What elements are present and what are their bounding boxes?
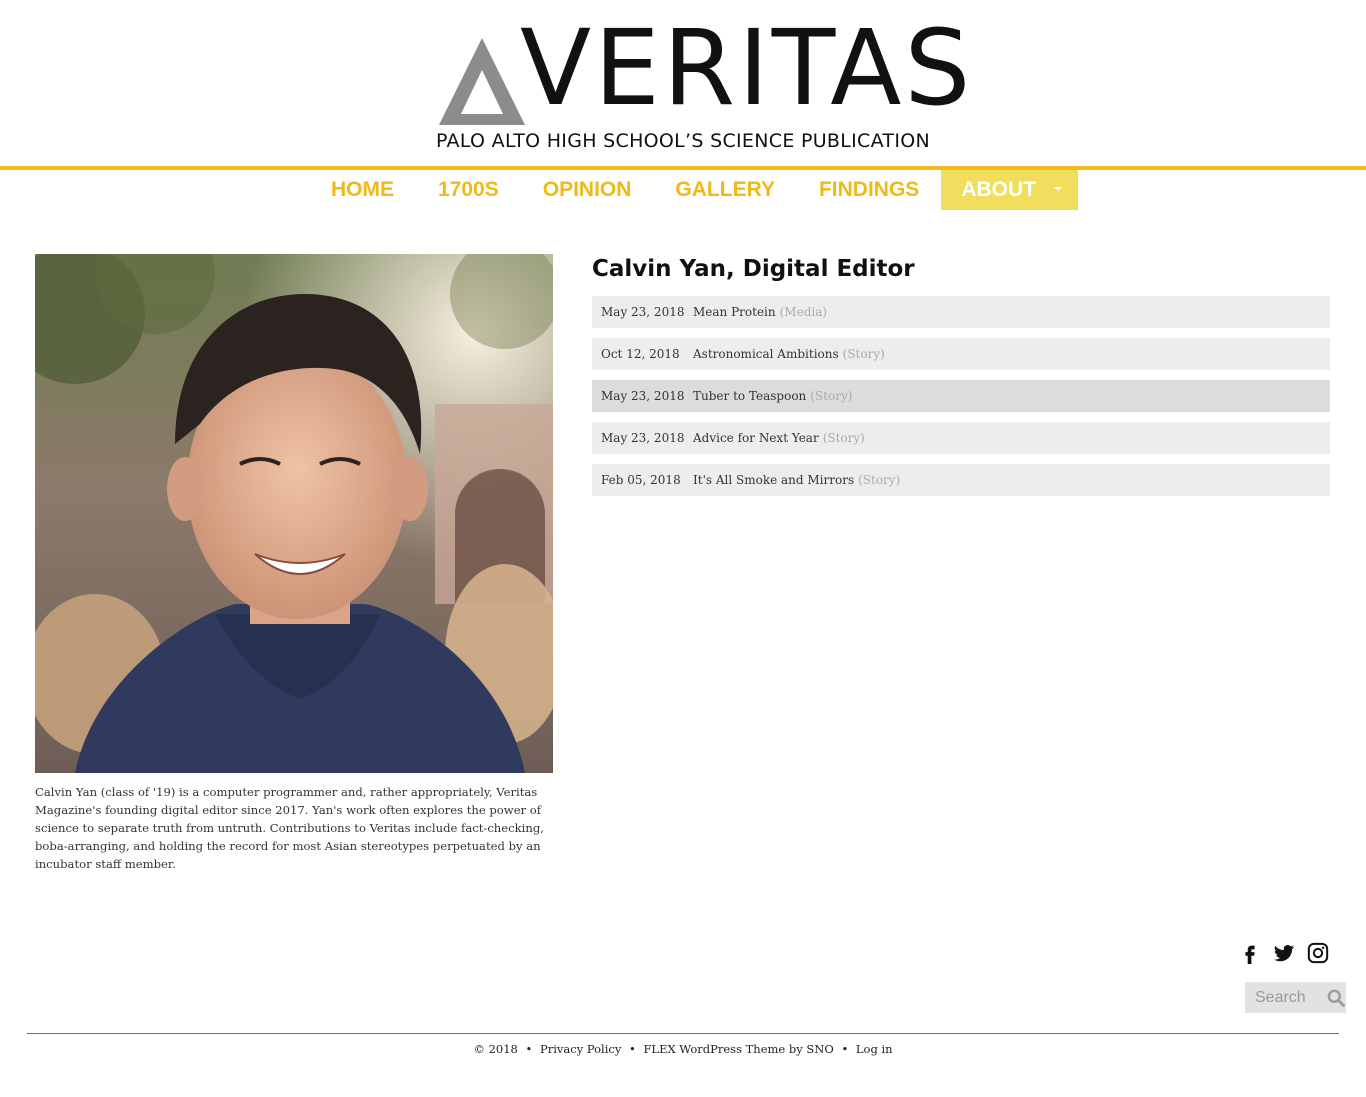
sno-link[interactable]: SNO xyxy=(806,1042,833,1056)
search-icon[interactable] xyxy=(1326,987,1346,1009)
page-title: Calvin Yan, Digital Editor xyxy=(592,256,915,282)
story-row[interactable]: Oct 12, 2018 Astronomical Ambitions (Sto… xyxy=(592,338,1330,370)
footer-by: by xyxy=(788,1042,803,1056)
author-photo xyxy=(35,254,553,773)
author-bio: Calvin Yan (class of '19) is a computer … xyxy=(35,785,544,871)
footer-bullet: • xyxy=(629,1042,636,1056)
nav-item-opinion[interactable]: OPINION xyxy=(521,170,654,210)
story-row[interactable]: May 23, 2018 Tuber to Teaspoon (Story) xyxy=(592,380,1330,412)
footer-bullet: • xyxy=(841,1042,849,1056)
search-input[interactable] xyxy=(1245,988,1323,1007)
story-type: (Story) xyxy=(842,347,885,361)
social-links xyxy=(1239,942,1329,966)
story-date: May 23, 2018 xyxy=(601,431,685,445)
site-logo[interactable]: VERITAS PALO ALTO HIGH SCHOOL’S SCIENCE … xyxy=(436,16,970,155)
nav-item-findings[interactable]: FINDINGS xyxy=(797,170,941,210)
logo-wordmark: VERITAS xyxy=(520,7,974,129)
story-type: (Story) xyxy=(810,389,853,403)
nav-item-1700s[interactable]: 1700S xyxy=(416,170,521,210)
nav-item-about[interactable]: ABOUT xyxy=(941,170,1078,210)
twitter-icon[interactable] xyxy=(1273,942,1295,964)
story-title[interactable]: Mean Protein xyxy=(693,305,776,319)
story-title[interactable]: Advice for Next Year xyxy=(693,431,819,445)
instagram-icon[interactable] xyxy=(1307,942,1329,964)
nav-item-about-label: ABOUT xyxy=(961,178,1036,201)
footer-divider xyxy=(27,1033,1339,1034)
nav-item-home[interactable]: HOME xyxy=(309,170,416,210)
story-date: May 23, 2018 xyxy=(601,389,685,403)
logo-tagline: PALO ALTO HIGH SCHOOL’S SCIENCE PUBLICAT… xyxy=(436,130,931,152)
footer-bullet: • xyxy=(525,1042,533,1056)
login-link[interactable]: Log in xyxy=(856,1042,893,1056)
story-row[interactable]: May 23, 2018 Advice for Next Year (Story… xyxy=(592,422,1330,454)
story-type: (Story) xyxy=(858,473,901,487)
footer: © 2018 • Privacy Policy • FLEX WordPress… xyxy=(0,1042,1366,1056)
facebook-icon[interactable] xyxy=(1239,942,1261,964)
dropdown-caret-icon xyxy=(1054,187,1062,191)
story-date: Oct 12, 2018 xyxy=(601,347,680,361)
search-box xyxy=(1245,982,1346,1013)
story-row[interactable]: Feb 05, 2018 It's All Smoke and Mirrors … xyxy=(592,464,1330,496)
privacy-policy-link[interactable]: Privacy Policy xyxy=(540,1042,621,1056)
nav-item-gallery[interactable]: GALLERY xyxy=(653,170,797,210)
theme-link[interactable]: FLEX WordPress Theme xyxy=(643,1042,785,1056)
main-nav: HOME 1700S OPINION GALLERY FINDINGS ABOU… xyxy=(309,170,1078,210)
story-date: May 23, 2018 xyxy=(601,305,685,319)
story-type: (Media) xyxy=(779,305,828,319)
story-title[interactable]: Astronomical Ambitions xyxy=(693,347,839,361)
page: VERITAS PALO ALTO HIGH SCHOOL’S SCIENCE … xyxy=(0,0,1366,1097)
story-type: (Story) xyxy=(822,431,865,445)
story-row[interactable]: May 23, 2018 Mean Protein (Media) xyxy=(592,296,1330,328)
story-title[interactable]: It's All Smoke and Mirrors xyxy=(693,473,854,487)
triangle-logo-icon xyxy=(439,38,525,125)
story-list: May 23, 2018 Mean Protein (Media) Oct 12… xyxy=(592,296,1330,506)
masthead: VERITAS PALO ALTO HIGH SCHOOL’S SCIENCE … xyxy=(0,0,1366,166)
story-date: Feb 05, 2018 xyxy=(601,473,681,487)
author-portrait-image xyxy=(35,254,553,773)
footer-copyright: © 2018 xyxy=(473,1042,518,1056)
story-title[interactable]: Tuber to Teaspoon xyxy=(693,389,806,403)
